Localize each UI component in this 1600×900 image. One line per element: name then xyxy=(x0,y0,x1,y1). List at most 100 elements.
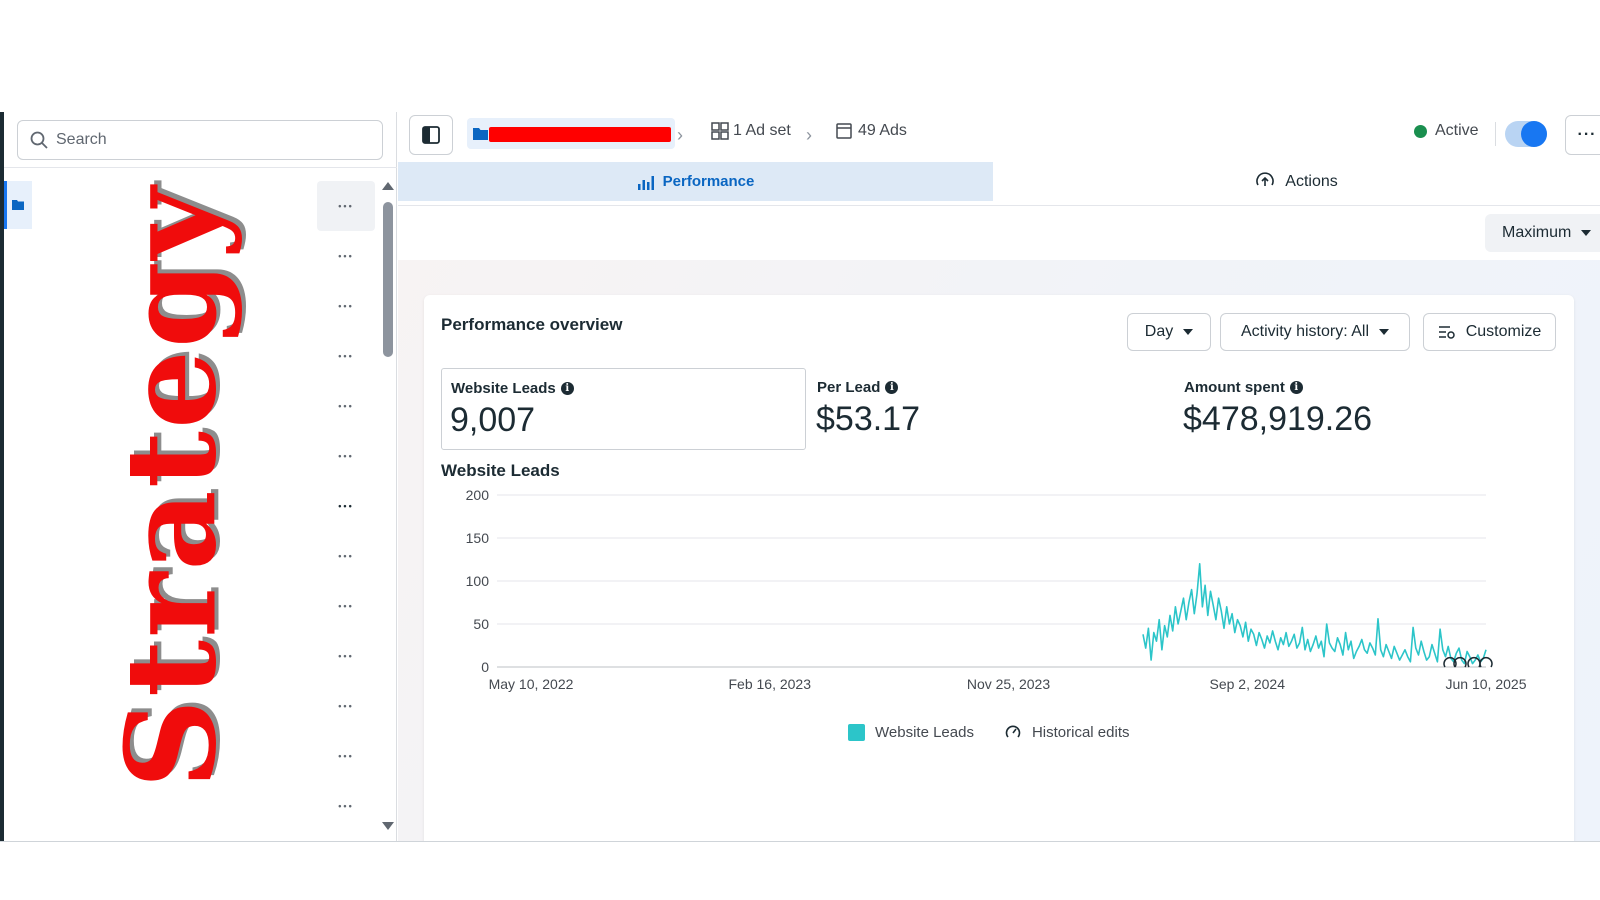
x-tick-label: Jun 10, 2025 xyxy=(1446,676,1527,692)
metric-per-lead[interactable]: Per Lead i $53.17 xyxy=(808,368,1168,450)
info-icon[interactable]: i xyxy=(885,381,899,394)
top-bar: › 1 Ad set › 49 Ads Active ··· xyxy=(398,112,1600,162)
row-actions-column: ••• ••• ••• ••• ••• ••• ••• ••• ••• ••• ••• ••• ••• xyxy=(317,181,375,831)
row-more-options-button[interactable]: ••• xyxy=(317,481,375,531)
grid-icon xyxy=(711,122,729,140)
folder-icon xyxy=(12,200,24,210)
granularity-dropdown[interactable]: Day xyxy=(1127,313,1211,351)
activity-history-label: Activity history: All xyxy=(1240,323,1370,340)
row-more-options-button[interactable]: ••• xyxy=(317,381,375,431)
metric-label: Per Lead xyxy=(817,379,881,396)
scroll-up-arrow[interactable] xyxy=(382,182,394,190)
bar-chart-icon xyxy=(637,175,654,190)
customize-label: Customize xyxy=(1465,323,1542,340)
more-icon: ··· xyxy=(1577,126,1597,143)
tab-performance[interactable]: Performance xyxy=(398,162,993,201)
caret-down-icon xyxy=(1183,329,1194,335)
card-title: Performance overview xyxy=(441,315,623,334)
status-dot xyxy=(1414,124,1427,138)
scroll-down-arrow[interactable] xyxy=(382,822,394,830)
metric-label-row: Per Lead i xyxy=(817,379,899,396)
website-leads-chart: 0 50 100 150 200 May 10, 2022 Feb 16, 2023 Nov … xyxy=(466,487,1527,692)
row-more-options-button[interactable]: ••• xyxy=(317,581,375,631)
tab-bar: Performance Actions xyxy=(398,162,1600,206)
legend-swatch xyxy=(848,723,865,741)
tab-performance-label: Performance xyxy=(662,173,755,190)
metric-label-row: Website Leads i xyxy=(451,380,574,397)
metric-value: $478,919.26 xyxy=(1183,400,1373,438)
metric-value: $53.17 xyxy=(816,400,920,438)
folder-icon xyxy=(473,128,488,140)
sidebar-scrollbar[interactable] xyxy=(380,182,394,830)
row-more-options-button[interactable]: ••• xyxy=(317,781,375,831)
date-preset-dropdown[interactable]: Maximum xyxy=(1485,214,1600,252)
breadcrumb-campaign[interactable] xyxy=(467,118,675,149)
legend-item-website-leads[interactable]: Website Leads xyxy=(848,723,974,741)
x-tick-label: Sep 2, 2024 xyxy=(1209,676,1285,692)
row-more-options-button[interactable]: ••• xyxy=(317,231,375,281)
x-tick-label: May 10, 2022 xyxy=(489,676,574,692)
x-tick-label: Feb 16, 2023 xyxy=(728,676,811,692)
legend-label: Website Leads xyxy=(875,723,974,741)
sidebar: ••••••••••••••••••••••••••••••••••••••• … xyxy=(4,112,397,842)
more-options-button[interactable]: ··· xyxy=(1565,115,1600,155)
frame-border xyxy=(0,841,1600,842)
row-more-options-button[interactable]: ••• xyxy=(317,181,375,231)
toggle-panel-button[interactable] xyxy=(409,115,453,155)
row-more-options-button[interactable]: ••• xyxy=(317,731,375,781)
row-more-options-button[interactable]: ••• xyxy=(317,331,375,381)
date-preset-label: Maximum xyxy=(1502,224,1572,241)
selection-indicator xyxy=(4,181,7,229)
series-line-website-leads[interactable] xyxy=(1142,563,1487,665)
metric-website-leads[interactable]: Website Leads i 9,007 xyxy=(441,368,806,450)
search-box[interactable] xyxy=(17,120,383,160)
performance-overview-card: Performance overview Day Activity histor… xyxy=(424,295,1574,842)
breadcrumb-ads-label: 49 Ads xyxy=(858,122,907,139)
metric-amount-spent[interactable]: Amount spent i $478,919.26 xyxy=(1175,368,1535,450)
strategy-overlay-text: Strategy xyxy=(99,185,245,789)
info-icon[interactable]: i xyxy=(1289,381,1303,394)
side-panel-icon xyxy=(422,126,440,144)
legend-item-historical-edits[interactable]: Historical edits xyxy=(1004,723,1130,741)
divider xyxy=(1495,122,1496,146)
app-window: ••••••••••••••••••••••••••••••••••••••• … xyxy=(0,112,1600,842)
info-icon[interactable]: i xyxy=(560,382,574,395)
gauge-icon xyxy=(1005,725,1021,738)
divider xyxy=(4,167,397,168)
ad-icon xyxy=(836,123,852,139)
activity-history-dropdown[interactable]: Activity history: All xyxy=(1220,313,1410,351)
tab-actions-label: Actions xyxy=(1285,172,1338,190)
sidebar-selected-item[interactable] xyxy=(4,181,32,229)
y-tick-label: 50 xyxy=(473,616,489,632)
y-tick-label: 200 xyxy=(466,487,490,503)
row-more-options-button[interactable]: ••• xyxy=(317,281,375,331)
legend-label: Historical edits xyxy=(1031,723,1130,741)
metric-label: Website Leads xyxy=(451,380,556,397)
active-toggle[interactable] xyxy=(1505,121,1547,147)
scroll-thumb[interactable] xyxy=(383,202,393,357)
status-label: Active xyxy=(1435,122,1479,139)
redacted-campaign-name xyxy=(489,127,671,142)
row-more-options-button[interactable]: ••• xyxy=(317,681,375,731)
toggle-knob xyxy=(1521,121,1547,147)
chart-legend: Website Leads Historical edits xyxy=(848,723,1129,741)
metric-label-row: Amount spent i xyxy=(1184,379,1303,396)
historical-edit-marker[interactable] xyxy=(1479,657,1493,668)
row-more-options-button[interactable]: ••• xyxy=(317,431,375,481)
status-indicator: Active xyxy=(1414,122,1479,140)
breadcrumb-adset[interactable]: 1 Ad set xyxy=(711,122,791,140)
granularity-label: Day xyxy=(1144,323,1174,340)
breadcrumb-ads[interactable]: 49 Ads xyxy=(836,122,907,140)
y-tick-label: 150 xyxy=(466,530,490,546)
search-input[interactable] xyxy=(56,131,356,149)
tab-actions[interactable]: Actions xyxy=(993,162,1600,201)
row-more-options-button[interactable]: ••• xyxy=(317,531,375,581)
caret-down-icon xyxy=(1379,329,1390,335)
arrow-up-circle-icon xyxy=(1256,171,1275,186)
chevron-right-icon: › xyxy=(677,125,683,145)
row-more-options-button[interactable]: ••• xyxy=(317,631,375,681)
customize-button[interactable]: Customize xyxy=(1423,313,1556,351)
metric-value: 9,007 xyxy=(450,401,536,439)
settings-sliders-icon xyxy=(1438,326,1455,339)
y-tick-label: 0 xyxy=(481,659,489,675)
